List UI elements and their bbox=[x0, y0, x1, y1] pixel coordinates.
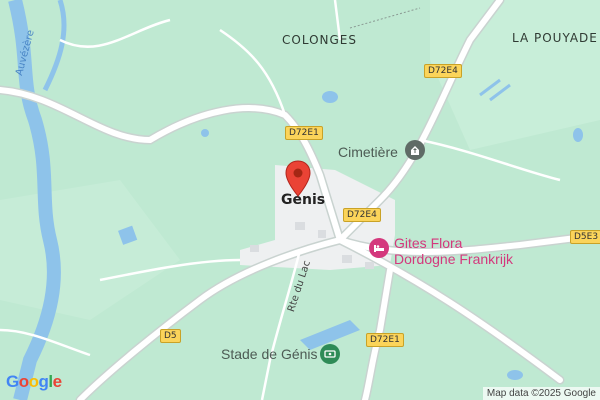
road-shield-d72e4: D72E4 bbox=[424, 64, 462, 78]
stadium-icon[interactable] bbox=[320, 344, 340, 364]
road-shield-d72e1: D72E1 bbox=[285, 126, 323, 140]
road-shield-d72e4-center: D72E4 bbox=[343, 208, 381, 222]
lodging-icon[interactable] bbox=[369, 238, 389, 258]
svg-text:Google: Google bbox=[6, 372, 62, 391]
google-logo: Google bbox=[6, 371, 66, 396]
poi-label-stadium[interactable]: Stade de Génis bbox=[221, 346, 318, 362]
map-attribution[interactable]: Map data ©2025 Google bbox=[482, 387, 600, 400]
road-shield-d72e1-south: D72E1 bbox=[366, 333, 404, 347]
cemetery-icon[interactable] bbox=[405, 140, 425, 160]
poi-label-gites[interactable]: Gites Flora Dordogne Frankrijk bbox=[394, 235, 513, 267]
poi-label-cemetery[interactable]: Cimetière bbox=[338, 144, 398, 160]
map-canvas[interactable]: COLONGES LA POUYADE Génis Auvézère D72E1… bbox=[0, 0, 600, 400]
place-label-colonges: COLONGES bbox=[282, 33, 358, 47]
road-shield-d5: D5 bbox=[160, 329, 181, 343]
road-shield-d5e3: D5E3 bbox=[570, 230, 600, 244]
location-pin-icon[interactable] bbox=[285, 160, 311, 203]
place-label-la-pouyade: LA POUYADE bbox=[512, 31, 598, 45]
